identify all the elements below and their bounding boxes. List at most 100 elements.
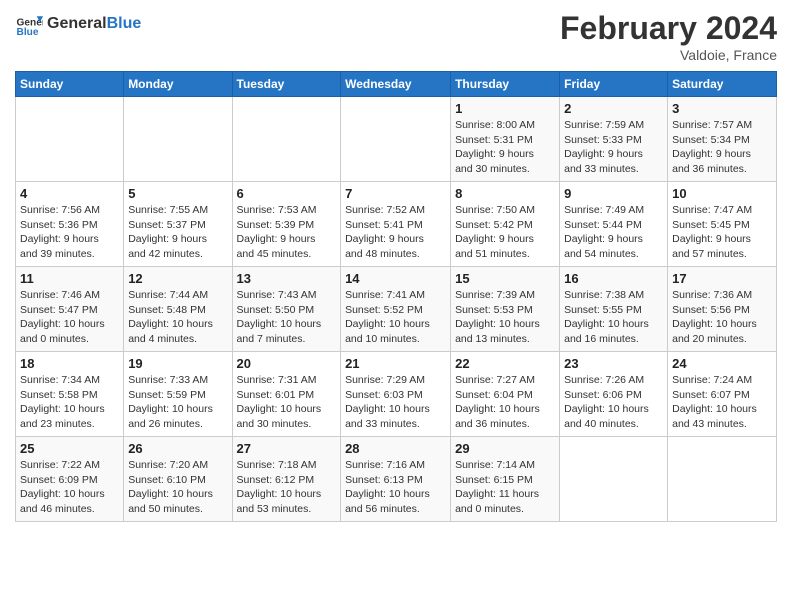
column-header-wednesday: Wednesday: [341, 72, 451, 97]
day-number: 26: [128, 441, 227, 456]
day-info: Sunrise: 7:52 AM Sunset: 5:41 PM Dayligh…: [345, 203, 446, 262]
week-row-0: 1 Sunrise: 8:00 AM Sunset: 5:31 PM Daylig…: [16, 97, 777, 182]
day-info: Sunrise: 7:50 AM Sunset: 5:42 PM Dayligh…: [455, 203, 555, 262]
day-info: Sunrise: 7:34 AM Sunset: 5:58 PM Dayligh…: [20, 373, 119, 432]
calendar-title: February 2024: [560, 10, 777, 47]
day-info: Sunrise: 7:55 AM Sunset: 5:37 PM Dayligh…: [128, 203, 227, 262]
day-cell: 22 Sunrise: 7:27 AM Sunset: 6:04 PM Dayli…: [451, 352, 560, 437]
day-number: 8: [455, 186, 555, 201]
day-number: 4: [20, 186, 119, 201]
day-cell: 6 Sunrise: 7:53 AM Sunset: 5:39 PM Daylig…: [232, 182, 341, 267]
day-cell: 21 Sunrise: 7:29 AM Sunset: 6:03 PM Dayli…: [341, 352, 451, 437]
day-number: 24: [672, 356, 772, 371]
day-number: 21: [345, 356, 446, 371]
day-cell: 19 Sunrise: 7:33 AM Sunset: 5:59 PM Dayli…: [124, 352, 232, 437]
day-info: Sunrise: 7:41 AM Sunset: 5:52 PM Dayligh…: [345, 288, 446, 347]
day-number: 25: [20, 441, 119, 456]
day-number: 29: [455, 441, 555, 456]
day-info: Sunrise: 7:59 AM Sunset: 5:33 PM Dayligh…: [564, 118, 663, 177]
day-info: Sunrise: 7:46 AM Sunset: 5:47 PM Dayligh…: [20, 288, 119, 347]
day-cell: 29 Sunrise: 7:14 AM Sunset: 6:15 PM Dayli…: [451, 437, 560, 522]
day-cell: 2 Sunrise: 7:59 AM Sunset: 5:33 PM Daylig…: [560, 97, 668, 182]
day-cell: 18 Sunrise: 7:34 AM Sunset: 5:58 PM Dayli…: [16, 352, 124, 437]
day-cell: 5 Sunrise: 7:55 AM Sunset: 5:37 PM Daylig…: [124, 182, 232, 267]
day-cell: 1 Sunrise: 8:00 AM Sunset: 5:31 PM Daylig…: [451, 97, 560, 182]
day-cell: 11 Sunrise: 7:46 AM Sunset: 5:47 PM Dayli…: [16, 267, 124, 352]
calendar-body: 1 Sunrise: 8:00 AM Sunset: 5:31 PM Daylig…: [16, 97, 777, 522]
day-info: Sunrise: 7:14 AM Sunset: 6:15 PM Dayligh…: [455, 458, 555, 517]
day-info: Sunrise: 7:22 AM Sunset: 6:09 PM Dayligh…: [20, 458, 119, 517]
day-info: Sunrise: 7:57 AM Sunset: 5:34 PM Dayligh…: [672, 118, 772, 177]
day-cell: 28 Sunrise: 7:16 AM Sunset: 6:13 PM Dayli…: [341, 437, 451, 522]
day-info: Sunrise: 8:00 AM Sunset: 5:31 PM Dayligh…: [455, 118, 555, 177]
calendar-header: SundayMondayTuesdayWednesdayThursdayFrid…: [16, 72, 777, 97]
day-number: 6: [237, 186, 337, 201]
day-cell: 24Sunrise: 7:24 AM Sunset: 6:07 PM Dayli…: [668, 352, 777, 437]
calendar-subtitle: Valdoie, France: [560, 47, 777, 63]
day-info: Sunrise: 7:16 AM Sunset: 6:13 PM Dayligh…: [345, 458, 446, 517]
day-info: Sunrise: 7:38 AM Sunset: 5:55 PM Dayligh…: [564, 288, 663, 347]
day-number: 5: [128, 186, 227, 201]
day-number: 1: [455, 101, 555, 116]
day-cell: [668, 437, 777, 522]
day-number: 17: [672, 271, 772, 286]
day-number: 16: [564, 271, 663, 286]
day-cell: 25 Sunrise: 7:22 AM Sunset: 6:09 PM Dayli…: [16, 437, 124, 522]
column-header-sunday: Sunday: [16, 72, 124, 97]
day-cell: 9 Sunrise: 7:49 AM Sunset: 5:44 PM Daylig…: [560, 182, 668, 267]
day-info: Sunrise: 7:18 AM Sunset: 6:12 PM Dayligh…: [237, 458, 337, 517]
day-cell: 3Sunrise: 7:57 AM Sunset: 5:34 PM Daylig…: [668, 97, 777, 182]
logo-general: General: [47, 15, 107, 32]
day-cell: 26Sunrise: 7:20 AM Sunset: 6:10 PM Dayli…: [124, 437, 232, 522]
day-number: 10: [672, 186, 772, 201]
logo-icon: General Blue: [15, 10, 43, 38]
day-cell: 16 Sunrise: 7:38 AM Sunset: 5:55 PM Dayli…: [560, 267, 668, 352]
day-cell: [341, 97, 451, 182]
day-cell: 12Sunrise: 7:44 AM Sunset: 5:48 PM Dayli…: [124, 267, 232, 352]
day-info: Sunrise: 7:53 AM Sunset: 5:39 PM Dayligh…: [237, 203, 337, 262]
day-cell: [560, 437, 668, 522]
day-cell: 4 Sunrise: 7:56 AM Sunset: 5:36 PM Daylig…: [16, 182, 124, 267]
day-number: 22: [455, 356, 555, 371]
day-number: 28: [345, 441, 446, 456]
logo-text: GeneralBlue: [47, 15, 141, 33]
day-cell: [232, 97, 341, 182]
column-header-saturday: Saturday: [668, 72, 777, 97]
day-number: 7: [345, 186, 446, 201]
day-number: 18: [20, 356, 119, 371]
day-number: 2: [564, 101, 663, 116]
day-cell: 13Sunrise: 7:43 AM Sunset: 5:50 PM Dayli…: [232, 267, 341, 352]
day-number: 20: [237, 356, 337, 371]
day-number: 14: [345, 271, 446, 286]
day-number: 19: [128, 356, 227, 371]
day-cell: [124, 97, 232, 182]
day-info: Sunrise: 7:31 AM Sunset: 6:01 PM Dayligh…: [237, 373, 337, 432]
day-info: Sunrise: 7:29 AM Sunset: 6:03 PM Dayligh…: [345, 373, 446, 432]
day-cell: [16, 97, 124, 182]
day-number: 13: [237, 271, 337, 286]
day-number: 15: [455, 271, 555, 286]
week-row-2: 11 Sunrise: 7:46 AM Sunset: 5:47 PM Dayli…: [16, 267, 777, 352]
day-cell: 7 Sunrise: 7:52 AM Sunset: 5:41 PM Daylig…: [341, 182, 451, 267]
day-info: Sunrise: 7:27 AM Sunset: 6:04 PM Dayligh…: [455, 373, 555, 432]
svg-text:Blue: Blue: [17, 27, 39, 38]
day-cell: 10Sunrise: 7:47 AM Sunset: 5:45 PM Dayli…: [668, 182, 777, 267]
column-header-thursday: Thursday: [451, 72, 560, 97]
day-info: Sunrise: 7:33 AM Sunset: 5:59 PM Dayligh…: [128, 373, 227, 432]
calendar-table: SundayMondayTuesdayWednesdayThursdayFrid…: [15, 71, 777, 522]
day-number: 11: [20, 271, 119, 286]
day-info: Sunrise: 7:36 AM Sunset: 5:56 PM Dayligh…: [672, 288, 772, 347]
day-number: 27: [237, 441, 337, 456]
column-header-tuesday: Tuesday: [232, 72, 341, 97]
day-info: Sunrise: 7:56 AM Sunset: 5:36 PM Dayligh…: [20, 203, 119, 262]
day-cell: 8 Sunrise: 7:50 AM Sunset: 5:42 PM Daylig…: [451, 182, 560, 267]
day-cell: 27 Sunrise: 7:18 AM Sunset: 6:12 PM Dayli…: [232, 437, 341, 522]
day-cell: 17 Sunrise: 7:36 AM Sunset: 5:56 PM Dayli…: [668, 267, 777, 352]
day-info: Sunrise: 7:26 AM Sunset: 6:06 PM Dayligh…: [564, 373, 663, 432]
day-cell: 15Sunrise: 7:39 AM Sunset: 5:53 PM Dayli…: [451, 267, 560, 352]
day-cell: 14 Sunrise: 7:41 AM Sunset: 5:52 PM Dayli…: [341, 267, 451, 352]
day-number: 9: [564, 186, 663, 201]
column-header-friday: Friday: [560, 72, 668, 97]
day-cell: 20 Sunrise: 7:31 AM Sunset: 6:01 PM Dayli…: [232, 352, 341, 437]
day-info: Sunrise: 7:49 AM Sunset: 5:44 PM Dayligh…: [564, 203, 663, 262]
